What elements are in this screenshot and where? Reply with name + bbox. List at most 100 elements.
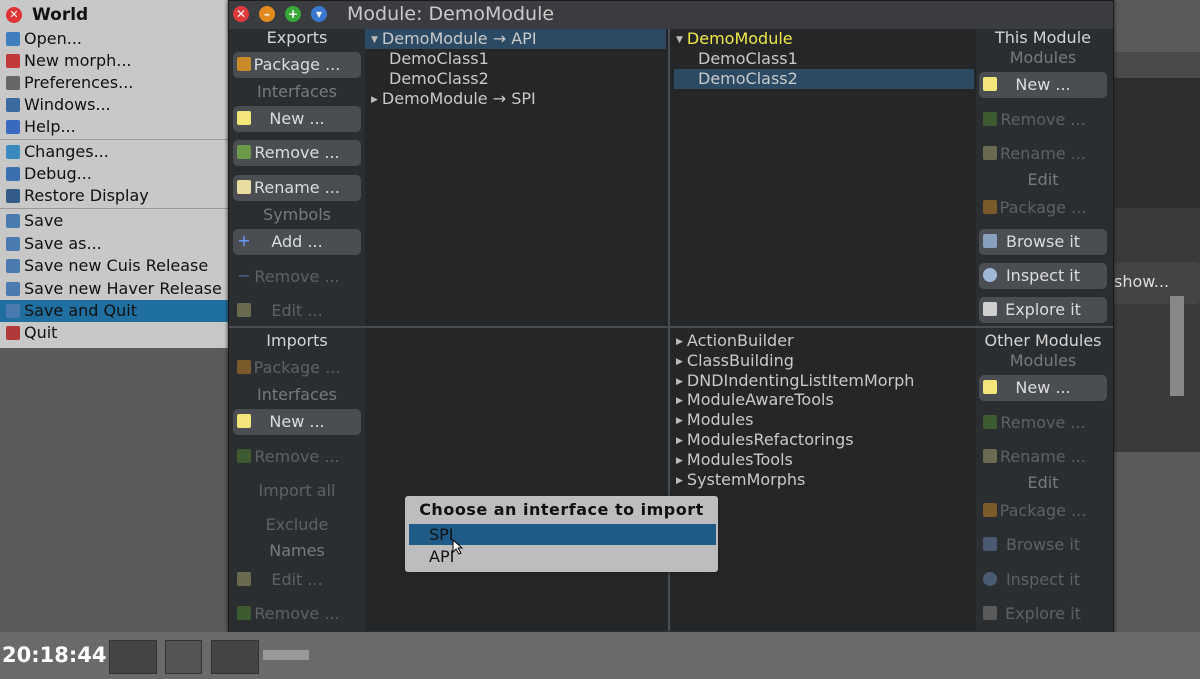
other-modules-tree-item[interactable]: ▶SystemMorphs <box>676 470 805 489</box>
world-menu-item[interactable]: Changes... <box>0 141 230 163</box>
exports-add-symbol-button[interactable]: + Add ... <box>233 229 361 255</box>
remove-icon <box>237 145 251 159</box>
browse-icon <box>983 234 997 248</box>
other-modules-tree-item[interactable]: ▶ModulesTools <box>676 450 793 469</box>
world-menu-item[interactable]: Save as... <box>0 233 230 255</box>
other-browse-button[interactable]: Browse it <box>979 532 1107 558</box>
collapsed-triangle-icon[interactable]: ▶ <box>676 377 683 387</box>
this-module-tree-item[interactable]: ▼DemoModule <box>676 29 793 48</box>
collapsed-triangle-icon[interactable]: ▶ <box>676 436 683 446</box>
this-package-button[interactable]: Package ... <box>979 195 1107 221</box>
exports-tree-item[interactable]: DemoClass2 <box>389 69 489 88</box>
exports-tree-item[interactable]: ▶DemoModule → SPI <box>371 89 536 108</box>
explore-icon <box>983 606 997 620</box>
other-modules-tree-item[interactable]: ▶ModulesRefactorings <box>676 430 854 449</box>
imports-remove-interface-button[interactable]: Remove ... <box>233 444 361 470</box>
scrollbar[interactable] <box>1170 296 1184 396</box>
other-new-button[interactable]: New ... <box>979 375 1107 401</box>
collapsed-triangle-icon[interactable]: ▶ <box>676 337 683 347</box>
imports-exclude-button[interactable]: Exclude <box>233 512 361 538</box>
other-remove-button[interactable]: Remove ... <box>979 410 1107 436</box>
show-button[interactable]: show... <box>1112 262 1200 304</box>
imports-edit-button[interactable]: Edit ... <box>233 567 361 593</box>
taskbar-thumbnail[interactable] <box>109 640 157 674</box>
new-icon <box>237 111 251 125</box>
exports-tree-item[interactable]: ▼DemoModule → API <box>371 29 537 48</box>
expand-triangle-icon[interactable]: ▼ <box>676 35 683 45</box>
expand-triangle-icon[interactable]: ▼ <box>371 35 378 45</box>
world-menu-item-label: Open... <box>24 28 82 50</box>
world-menu-item[interactable]: Save new Haver Release <box>0 278 230 300</box>
other-modules-tree-item[interactable]: ▶ActionBuilder <box>676 331 794 350</box>
close-icon[interactable]: ✕ <box>6 7 22 23</box>
this-browse-button[interactable]: Browse it <box>979 229 1107 255</box>
imports-new-interface-button[interactable]: New ... <box>233 409 361 435</box>
world-menu-item[interactable]: Quit <box>0 322 230 344</box>
imports-package-button[interactable]: Package ... <box>233 355 361 381</box>
collapsed-triangle-icon[interactable]: ▶ <box>676 357 683 367</box>
other-modules-tree-item[interactable]: ▶ClassBuilding <box>676 351 794 370</box>
other-modules-tree-item[interactable]: ▶ModuleAwareTools <box>676 390 834 409</box>
taskbar-thumbnail[interactable] <box>263 650 309 660</box>
this-module-tree-item[interactable]: DemoClass2 <box>698 69 798 88</box>
this-remove-button[interactable]: Remove ... <box>979 107 1107 133</box>
collapsed-triangle-icon[interactable]: ▶ <box>676 456 683 466</box>
remove-icon <box>983 415 997 429</box>
exports-remove-symbol-button[interactable]: − Remove ... <box>233 264 361 290</box>
world-menu-item[interactable]: Debug... <box>0 163 230 185</box>
world-menu-item[interactable]: Open... <box>0 28 230 50</box>
exports-package-button[interactable]: Package ... <box>233 52 361 78</box>
collapsed-triangle-icon[interactable]: ▶ <box>371 95 378 105</box>
collapsed-triangle-icon[interactable]: ▶ <box>676 396 683 406</box>
edit-icon <box>237 572 251 586</box>
other-modules-tree-pane[interactable]: ▶ActionBuilder▶ClassBuilding▶DNDIndentin… <box>670 328 976 631</box>
world-menu-item[interactable]: Restore Display <box>0 185 230 207</box>
world-menu-item[interactable]: Save and Quit <box>0 300 230 322</box>
this-new-button[interactable]: New ... <box>979 72 1107 98</box>
imports-import-all-button[interactable]: Import all <box>233 478 361 504</box>
exports-rename-interface-button[interactable]: Rename ... <box>233 175 361 201</box>
world-menu-item[interactable]: Windows... <box>0 94 230 116</box>
imports-tree-pane[interactable] <box>365 328 668 631</box>
taskbar-thumbnail[interactable] <box>211 640 259 674</box>
package-icon <box>237 57 251 71</box>
world-menu-item[interactable]: New morph... <box>0 50 230 72</box>
background-window-titlebar <box>1112 52 1200 78</box>
other-inspect-button[interactable]: Inspect it <box>979 567 1107 593</box>
exports-tree-item[interactable]: DemoClass1 <box>389 49 489 68</box>
this-inspect-button[interactable]: Inspect it <box>979 263 1107 289</box>
world-menu-item[interactable]: Help... <box>0 116 230 138</box>
this-explore-button[interactable]: Explore it <box>979 297 1107 323</box>
other-modules-tree-item[interactable]: ▶DNDIndentingListItemMorph <box>676 371 914 390</box>
this-module-tree-pane[interactable]: ▼DemoModuleDemoClass1DemoClass2 <box>670 29 976 326</box>
collapsed-triangle-icon[interactable]: ▶ <box>676 476 683 486</box>
imports-remove-name-button[interactable]: Remove ... <box>233 601 361 627</box>
rename-icon <box>983 146 997 160</box>
exports-edit-symbol-button[interactable]: Edit ... <box>233 298 361 324</box>
other-modules-heading: Other Modules <box>977 331 1109 350</box>
exports-symbols-heading: Symbols <box>233 205 361 224</box>
world-menu-item-label: Save <box>24 210 63 232</box>
collapse-icon[interactable]: – <box>259 6 275 22</box>
save-as-icon <box>6 237 20 251</box>
collapsed-triangle-icon[interactable]: ▶ <box>676 416 683 426</box>
exports-new-interface-button[interactable]: New ... <box>233 106 361 132</box>
taskbar-thumbnail[interactable] <box>165 640 202 674</box>
exports-remove-interface-button[interactable]: Remove ... <box>233 140 361 166</box>
expand-icon[interactable]: + <box>285 6 301 22</box>
other-explore-button[interactable]: Explore it <box>979 601 1107 627</box>
this-module-tree-item[interactable]: DemoClass1 <box>698 49 798 68</box>
world-menu-item[interactable]: Save new Cuis Release <box>0 255 230 277</box>
world-menu-item[interactable]: Preferences... <box>0 72 230 94</box>
save-quit-icon <box>6 304 20 318</box>
world-menu-item[interactable]: Save <box>0 210 230 232</box>
menu-icon[interactable]: ▾ <box>311 6 327 22</box>
close-icon[interactable]: ✕ <box>233 6 249 22</box>
window-titlebar[interactable]: ✕ – + ▾ Module: DemoModule <box>229 1 1113 29</box>
this-rename-button[interactable]: Rename ... <box>979 141 1107 167</box>
other-package-button[interactable]: Package ... <box>979 498 1107 524</box>
exports-tree-pane[interactable]: ▼DemoModule → APIDemoClass1DemoClass2▶De… <box>365 29 668 326</box>
debug-icon <box>6 167 20 181</box>
other-rename-button[interactable]: Rename ... <box>979 444 1107 470</box>
other-modules-tree-item[interactable]: ▶Modules <box>676 410 753 429</box>
